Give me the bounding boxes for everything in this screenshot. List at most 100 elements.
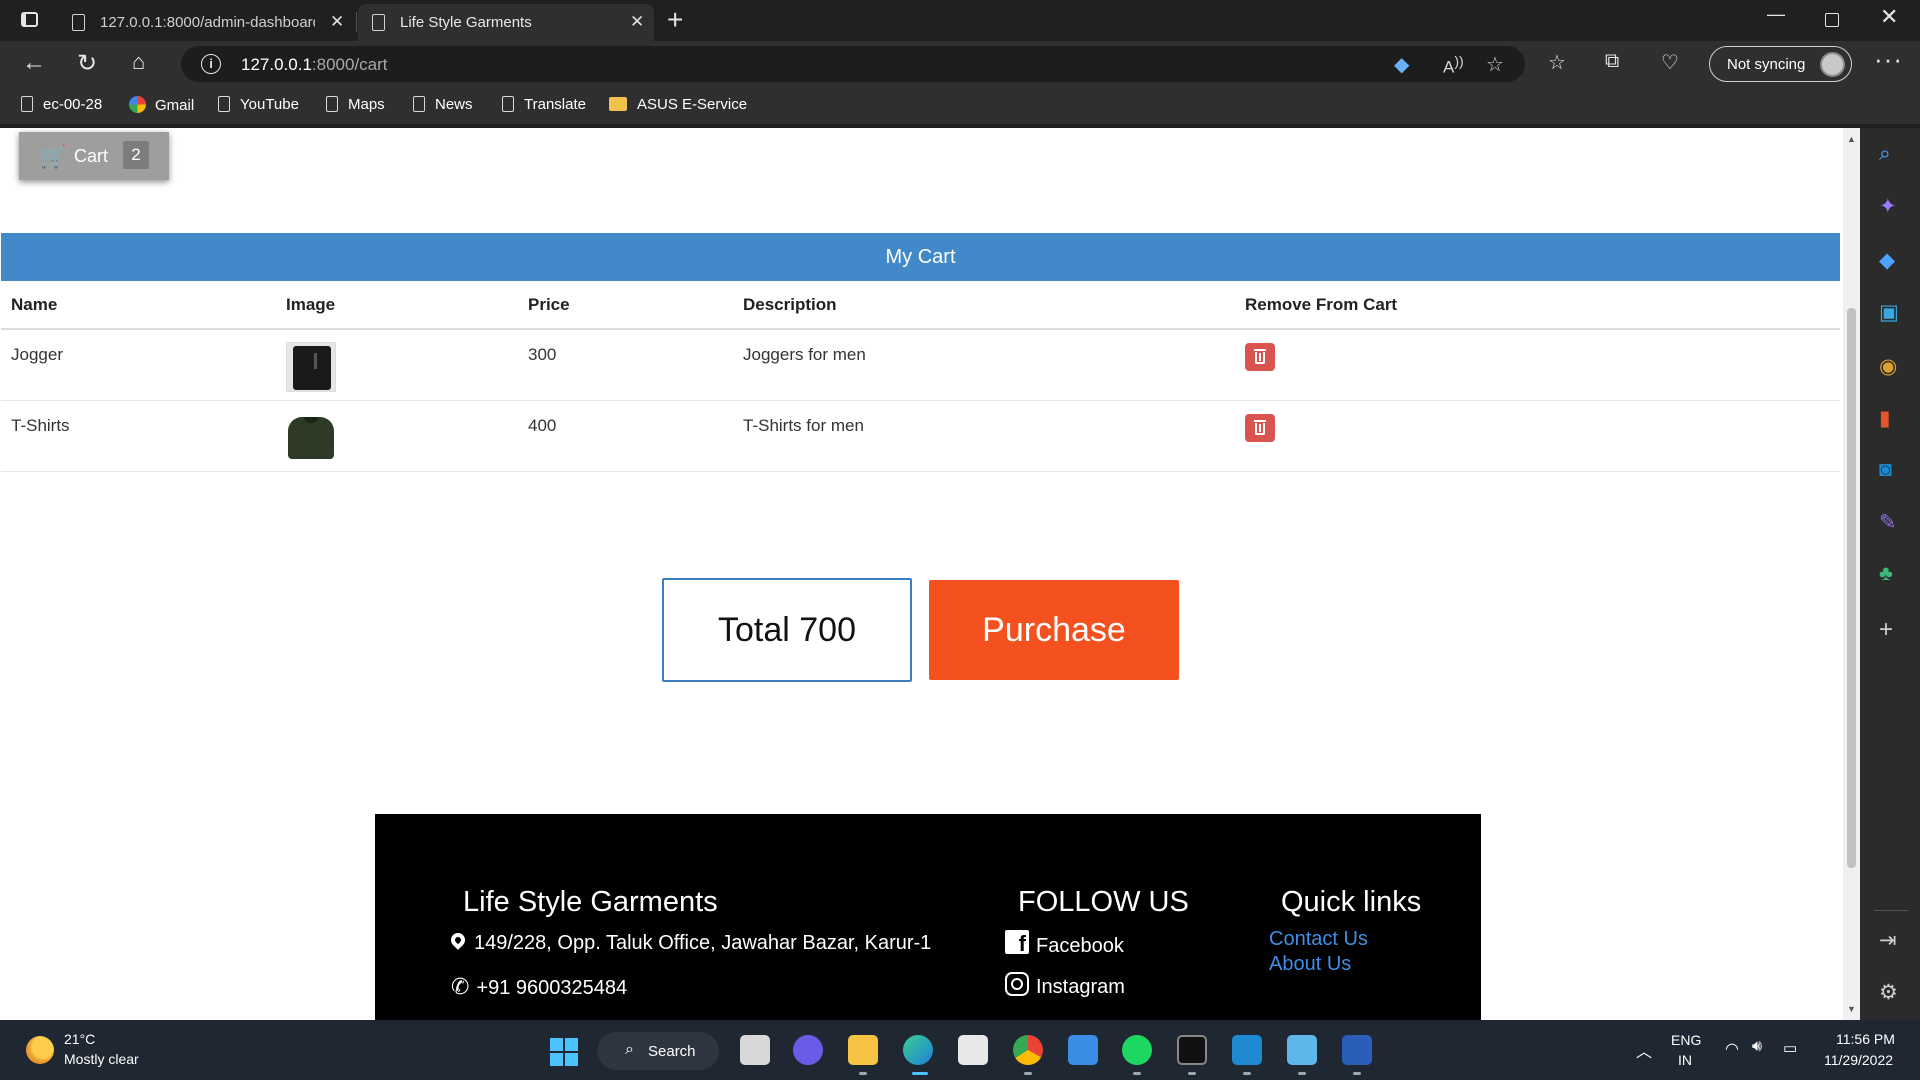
weather-icon[interactable] bbox=[26, 1036, 54, 1064]
windows-taskbar: 21°C Mostly clear ⌕ Search ︿ ENG IN ◠ 🔊︎… bbox=[0, 1020, 1920, 1080]
teams-chat-icon[interactable] bbox=[793, 1035, 823, 1065]
wifi-icon[interactable]: ◠ bbox=[1725, 1039, 1739, 1059]
cart-label: Cart bbox=[74, 146, 109, 166]
bookmark-youtube[interactable]: YouTube bbox=[218, 96, 299, 113]
tab-life-style-garments[interactable]: Life Style Garments ✕ bbox=[358, 4, 654, 41]
home-icon[interactable]: ⌂ bbox=[132, 49, 145, 75]
tools-icon[interactable]: ▣ bbox=[1879, 300, 1899, 325]
weather-description[interactable]: Mostly clear bbox=[64, 1051, 139, 1067]
scrollbar-thumb[interactable] bbox=[1847, 308, 1856, 868]
bookmark-gmail[interactable]: Gmail bbox=[129, 96, 194, 114]
site-info-icon[interactable]: i bbox=[201, 54, 221, 74]
about-us-link[interactable]: About Us bbox=[1269, 953, 1351, 976]
footer-brand: Life Style Garments bbox=[463, 886, 718, 918]
bookmark-news[interactable]: News bbox=[413, 96, 473, 113]
clock-date[interactable]: 11/29/2022 bbox=[1824, 1052, 1893, 1068]
product-image bbox=[286, 342, 336, 392]
total-amount: Total 700 bbox=[662, 578, 912, 682]
cart-button[interactable]: 🛒 Cart 2 bbox=[19, 132, 169, 180]
trash-icon bbox=[1254, 349, 1266, 351]
bookmark-ec-00-28[interactable]: ec-00-28 bbox=[21, 96, 102, 113]
search-icon[interactable]: ⌕ bbox=[1879, 142, 1891, 166]
language-top[interactable]: ENG bbox=[1671, 1032, 1701, 1048]
edge-browser-icon[interactable] bbox=[903, 1035, 933, 1065]
battery-icon[interactable]: ▭ bbox=[1783, 1039, 1797, 1057]
close-window-icon[interactable]: ✕ bbox=[1880, 4, 1898, 30]
designer-icon[interactable]: ✎ bbox=[1879, 510, 1897, 535]
address-bar[interactable]: i 127.0.0.1:8000/cart ◆ A)) ☆ bbox=[181, 46, 1525, 82]
tab-title: 127.0.0.1:8000/admin-dashboard bbox=[100, 14, 315, 31]
scroll-up-icon[interactable]: ▲ bbox=[1847, 134, 1856, 144]
clock-time[interactable]: 11:56 PM bbox=[1836, 1031, 1895, 1047]
contact-us-link[interactable]: Contact Us bbox=[1269, 928, 1368, 951]
purchase-button[interactable]: Purchase bbox=[929, 580, 1179, 680]
task-view-icon[interactable] bbox=[740, 1035, 770, 1065]
instagram-link[interactable]: Instagram bbox=[1005, 972, 1125, 999]
bookmark-maps[interactable]: Maps bbox=[326, 96, 385, 113]
edge-sidebar: ⌕ ✦ ◆ ▣ ◉ ▮ ◙ ✎ ♣ + ⇥ ⚙ bbox=[1860, 128, 1920, 1020]
microsoft-store-icon[interactable] bbox=[958, 1035, 988, 1065]
hide-sidebar-icon[interactable]: ⇥ bbox=[1879, 928, 1897, 953]
copilot-icon[interactable]: ✦ bbox=[1879, 194, 1897, 219]
table-row: T-Shirts 400 T-Shirts for men bbox=[1, 400, 1840, 472]
show-hidden-icons-chevron-icon[interactable]: ︿ bbox=[1636, 1038, 1652, 1062]
terminal-icon[interactable] bbox=[1177, 1035, 1207, 1065]
favorites-icon[interactable]: ☆ bbox=[1548, 50, 1566, 75]
remove-from-cart-button[interactable] bbox=[1245, 343, 1275, 371]
browser-toolbar: ← ↻ ⌂ i 127.0.0.1:8000/cart ◆ A)) ☆ ☆ ⧉ … bbox=[0, 41, 1920, 87]
remove-from-cart-button[interactable] bbox=[1245, 413, 1275, 442]
chrome-icon[interactable] bbox=[1013, 1035, 1043, 1065]
bookmark-translate[interactable]: Translate bbox=[502, 96, 586, 113]
tab-actions-icon[interactable] bbox=[18, 9, 42, 31]
maximize-icon[interactable] bbox=[1825, 13, 1839, 27]
bookmark-asus-e-service[interactable]: ASUS E-Service bbox=[609, 96, 747, 113]
outlook-icon[interactable]: ◙ bbox=[1879, 458, 1892, 482]
volume-icon[interactable]: 🔊︎ bbox=[1752, 1038, 1762, 1056]
minimize-icon[interactable]: — bbox=[1767, 4, 1785, 25]
language-bottom[interactable]: IN bbox=[1678, 1052, 1692, 1068]
facebook-link[interactable]: f Facebook bbox=[1005, 930, 1124, 958]
games-icon[interactable]: ◉ bbox=[1879, 354, 1897, 379]
url-text[interactable]: 127.0.0.1:8000/cart bbox=[241, 55, 388, 75]
mail-icon[interactable] bbox=[1068, 1035, 1098, 1065]
weather-temperature[interactable]: 21°C bbox=[64, 1031, 95, 1047]
close-tab-icon[interactable]: ✕ bbox=[330, 12, 344, 32]
follow-us-title: FOLLOW US bbox=[1018, 886, 1189, 918]
tree-icon[interactable]: ♣ bbox=[1879, 562, 1893, 586]
folder-icon bbox=[609, 97, 627, 111]
page-scrollbar[interactable]: ▲ ▼ bbox=[1843, 128, 1860, 1020]
collections-icon[interactable]: ⧉ bbox=[1605, 50, 1619, 73]
performance-icon[interactable]: ♡ bbox=[1661, 50, 1679, 75]
spotify-icon[interactable] bbox=[1122, 1035, 1152, 1065]
profile-sync-button[interactable]: Not syncing bbox=[1709, 46, 1852, 82]
table-row: Jogger 300 Joggers for men bbox=[1, 329, 1840, 401]
column-header-image: Image bbox=[276, 281, 518, 330]
new-tab-icon[interactable]: + bbox=[667, 4, 683, 36]
start-windows-icon[interactable] bbox=[550, 1038, 578, 1066]
settings-gear-icon[interactable]: ⚙ bbox=[1879, 980, 1898, 1005]
page-icon bbox=[413, 96, 425, 112]
file-explorer-icon[interactable] bbox=[848, 1035, 878, 1065]
search-icon: ⌕ bbox=[625, 1041, 634, 1058]
scroll-down-icon[interactable]: ▼ bbox=[1847, 1004, 1856, 1014]
shopping-tag-icon[interactable]: ◆ bbox=[1394, 52, 1409, 77]
taskbar-search-button[interactable]: ⌕ Search bbox=[597, 1032, 719, 1070]
notepad-icon[interactable] bbox=[1287, 1035, 1317, 1065]
add-sidebar-icon[interactable]: + bbox=[1879, 616, 1893, 644]
product-price: 300 bbox=[518, 329, 733, 401]
read-aloud-icon[interactable]: A)) bbox=[1443, 54, 1464, 78]
more-menu-icon[interactable]: ··· bbox=[1874, 44, 1903, 75]
column-header-price: Price bbox=[518, 281, 733, 330]
close-tab-icon[interactable]: ✕ bbox=[630, 12, 644, 32]
quick-links-title: Quick links bbox=[1281, 886, 1422, 918]
tab-admin-dashboard[interactable]: 127.0.0.1:8000/admin-dashboard ✕ bbox=[58, 4, 354, 41]
refresh-icon[interactable]: ↻ bbox=[77, 49, 97, 78]
back-icon[interactable]: ← bbox=[22, 49, 46, 77]
office-icon[interactable]: ▮ bbox=[1879, 406, 1891, 431]
vscode-icon[interactable] bbox=[1232, 1035, 1262, 1065]
phone-icon: ✆ bbox=[451, 974, 470, 999]
word-icon[interactable] bbox=[1342, 1035, 1372, 1065]
add-favorite-icon[interactable]: ☆ bbox=[1486, 52, 1504, 77]
column-header-description: Description bbox=[733, 281, 1235, 330]
shopping-icon[interactable]: ◆ bbox=[1879, 248, 1895, 273]
